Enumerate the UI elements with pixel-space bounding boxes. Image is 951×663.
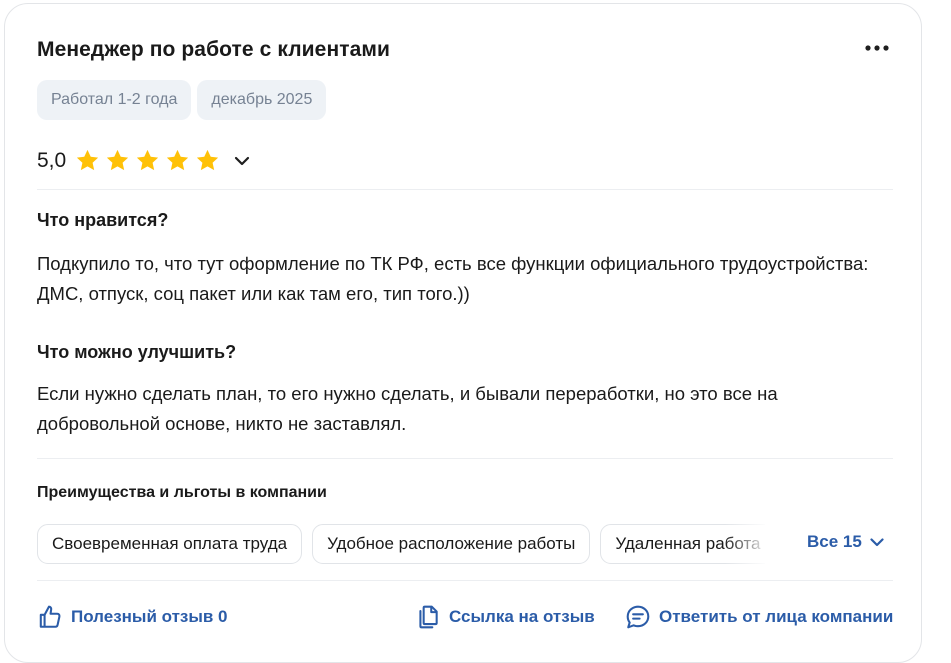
improve-text: Если нужно сделать план, то его нужно сд…	[37, 383, 778, 434]
divider	[37, 580, 893, 581]
review-link-label: Ссылка на отзыв	[449, 607, 595, 626]
more-options-button[interactable]	[863, 36, 891, 60]
star-icon	[197, 149, 219, 171]
benefit-chip[interactable]: Удаленная работа	[600, 524, 765, 564]
chevron-down-icon	[235, 156, 250, 165]
review-link-button[interactable]: Ссылка на отзыв	[415, 604, 595, 630]
improve-heading: Что можно улучшить?	[37, 342, 237, 362]
divider	[37, 458, 893, 459]
benefits-heading: Преимущества и льготы в компании	[37, 484, 327, 501]
reply-as-company-button[interactable]: Ответить от лица компании	[625, 604, 893, 630]
rating-details-toggle[interactable]	[232, 151, 252, 171]
likes-heading: Что нравится?	[37, 210, 169, 230]
rating-row: 5,0	[37, 148, 252, 173]
copy-link-icon	[419, 605, 438, 629]
thumbs-up-icon	[39, 605, 61, 628]
useful-review-label: Полезный отзыв 0	[71, 607, 228, 626]
divider	[37, 189, 893, 190]
review-actions: Полезный отзыв 0 Ссылка на отзыв Ответит…	[5, 604, 923, 634]
benefit-chip[interactable]: Удобное расположение работы	[312, 524, 591, 564]
rating-stars	[75, 148, 220, 173]
star-icon	[77, 149, 99, 171]
all-benefits-button[interactable]: Все 15	[807, 532, 884, 552]
review-title: Менеджер по работе с клиентами	[37, 38, 391, 61]
review-card: Менеджер по работе с клиентами Работал 1…	[4, 3, 922, 663]
benefits-chips: Своевременная оплата труда Удобное распол…	[37, 524, 765, 564]
chat-bubble-icon	[626, 605, 650, 629]
likes-text: Подкупило то, что тут оформление по ТК Р…	[37, 253, 869, 304]
benefit-chip[interactable]: Своевременная оплата труда	[37, 524, 303, 564]
rating-value: 5,0	[37, 148, 67, 172]
experience-tag: Работал 1-2 года	[37, 80, 192, 120]
star-icon	[167, 149, 189, 171]
star-icon	[137, 149, 159, 171]
all-benefits-label: Все 15	[807, 532, 862, 551]
useful-review-button[interactable]: Полезный отзыв 0	[37, 604, 228, 630]
reply-as-company-label: Ответить от лица компании	[659, 607, 894, 626]
review-tags: Работал 1-2 года декабрь 2025	[37, 80, 327, 120]
star-icon	[107, 149, 129, 171]
more-dots-icon	[865, 45, 889, 51]
date-tag: декабрь 2025	[197, 80, 327, 120]
chevron-down-icon	[870, 537, 884, 546]
